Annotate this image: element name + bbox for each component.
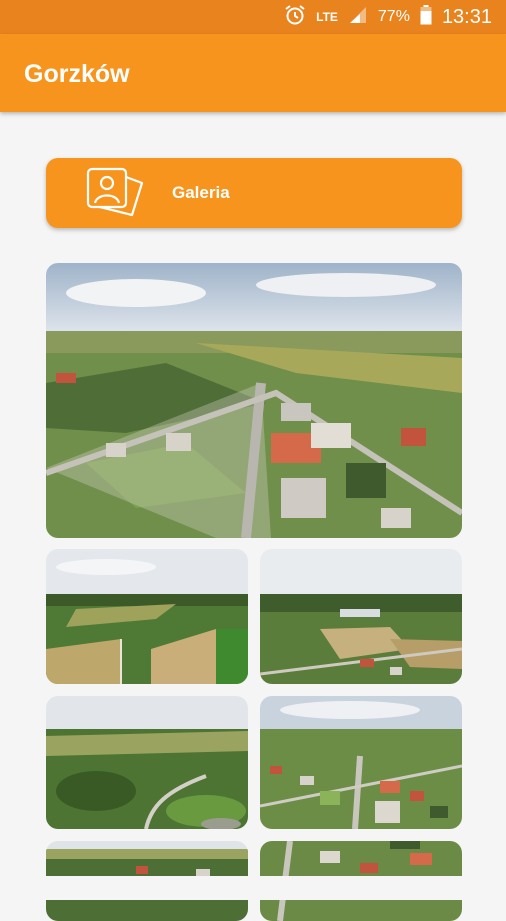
- aerial-road-trees-photo[interactable]: [46, 696, 248, 829]
- app-bar: Gorzków: [0, 34, 506, 112]
- app-title: Gorzków: [24, 60, 130, 88]
- aerial-town-square-photo[interactable]: [46, 263, 462, 538]
- aerial-village-photo[interactable]: [260, 696, 462, 829]
- aerial-fields-photo[interactable]: [46, 549, 248, 684]
- status-bar: LTE 77% 13:31: [0, 0, 506, 34]
- battery-icon: [420, 4, 432, 30]
- gallery-button[interactable]: Galeria: [46, 158, 462, 228]
- alarm-clock-icon: [284, 4, 306, 31]
- clock-time: 13:31: [441, 5, 492, 28]
- bottom-edge: [0, 876, 506, 900]
- network-type-label: LTE: [316, 10, 338, 24]
- battery-level-label: 77%: [377, 8, 410, 25]
- signal-icon: [348, 5, 368, 30]
- gallery-button-label: Galeria: [172, 183, 230, 202]
- aerial-valley-photo[interactable]: [260, 549, 462, 684]
- gallery-photos-icon: [86, 167, 146, 219]
